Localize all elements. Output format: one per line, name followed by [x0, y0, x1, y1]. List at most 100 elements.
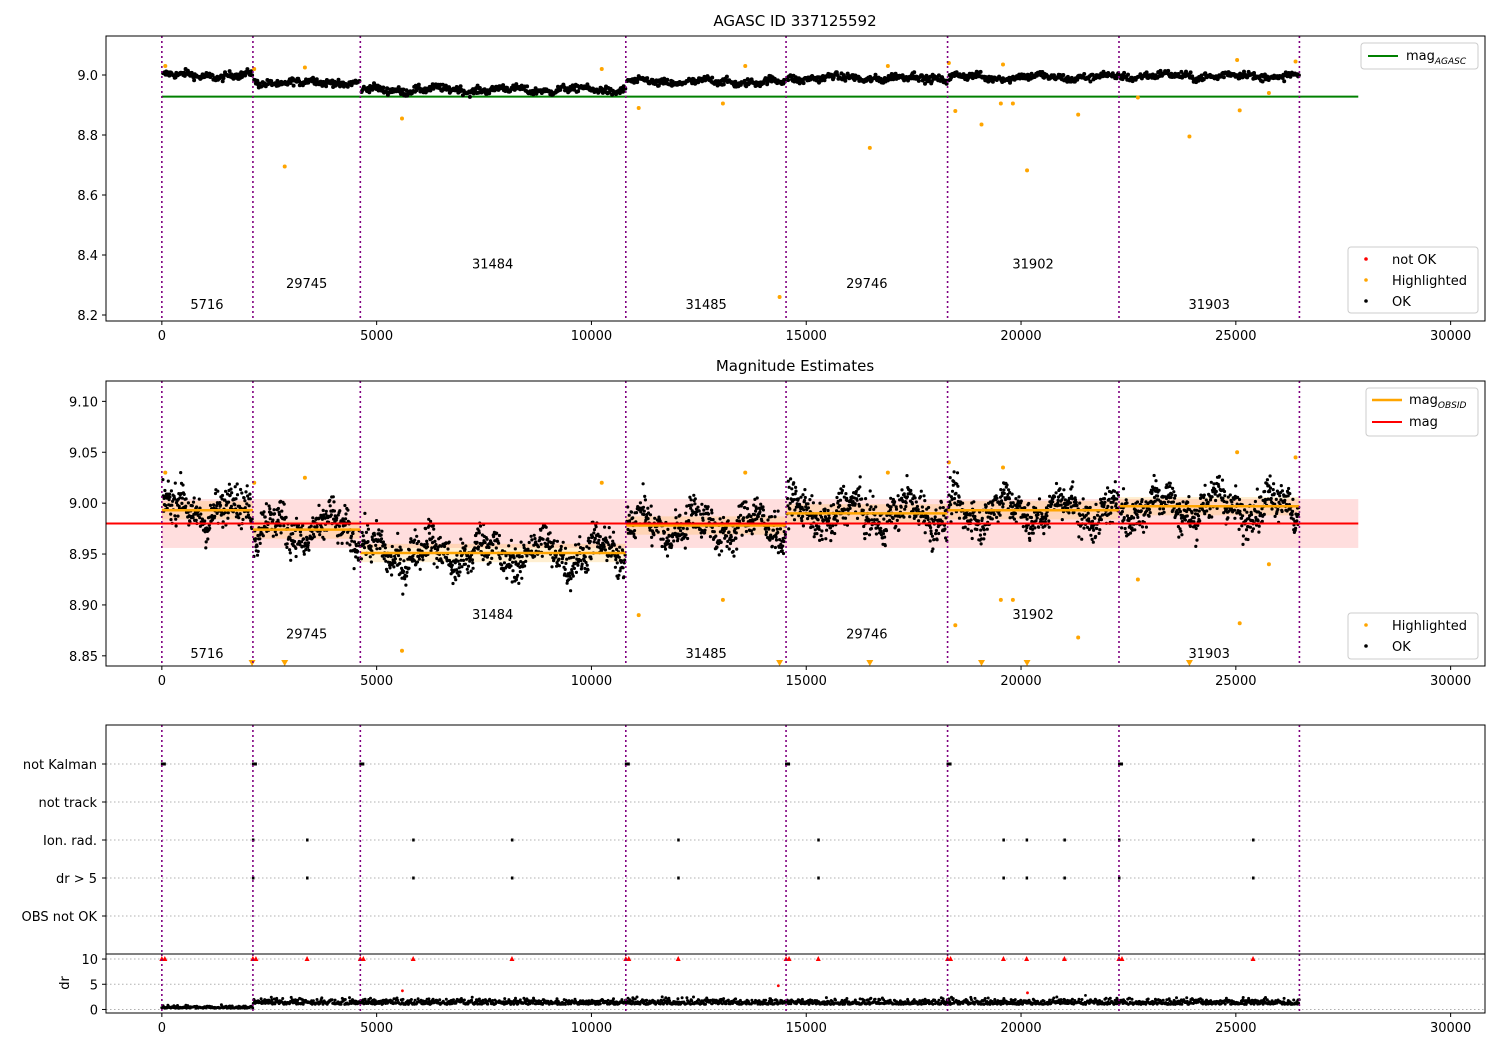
highlighted-point [743, 470, 748, 475]
highlighted-point [885, 64, 890, 68]
highlighted-point [1076, 112, 1081, 117]
magnitude-marks: 5716 29745 31484 31485 29746 31902 31903 [106, 381, 1359, 666]
obsid-label: 31484 [472, 258, 513, 273]
x-tick-label: 0 [158, 674, 166, 689]
x-tick-label: 0 [158, 329, 166, 344]
agasc-point-legend: not OK Highlighted OK [1347, 246, 1479, 314]
flag-mark [1252, 876, 1255, 880]
highlighted-off-scale-marker [776, 660, 784, 666]
flag-mark [1063, 838, 1066, 842]
flag-mark [1002, 838, 1005, 842]
obsid-label: 31903 [1189, 298, 1230, 313]
ok-points [785, 70, 949, 86]
flag-mark [1252, 838, 1255, 842]
highlighted-point [282, 164, 287, 169]
highlighted-off-scale-marker [978, 660, 986, 666]
y-tick-label: 10 [81, 953, 98, 968]
figure: AGASC ID 337125592 5716 29745 31484 31485 29… [22, 12, 1486, 1036]
legend-highlighted-label: Highlighted [1392, 619, 1467, 634]
legend-highlighted-label: Highlighted [1392, 274, 1467, 289]
ok-points [161, 67, 255, 84]
flag-mark [817, 838, 820, 842]
highlighted-point [998, 101, 1003, 106]
dr-axes: 0 5000 10000 15000 20000 25000 30000 0 5 10 [81, 953, 1471, 1036]
dr-capped-marker [1000, 956, 1006, 962]
x-tick-label: 5000 [360, 674, 393, 689]
x-tick-label: 20000 [1000, 1021, 1041, 1036]
ok-points [946, 69, 1121, 85]
x-tick-label: 25000 [1215, 329, 1256, 344]
ok-points [359, 81, 628, 99]
x-tick-label: 30000 [1430, 329, 1471, 344]
y-tick-label: 8.85 [69, 650, 98, 665]
flag-mark [1025, 838, 1029, 842]
obsid-label: 5716 [190, 298, 223, 313]
legend-ok-label: OK [1392, 295, 1411, 310]
flag-mark [677, 838, 680, 842]
highlighted-point [1293, 59, 1298, 64]
dr-panel: 0 5000 10000 15000 20000 25000 30000 0 5 10 dr [58, 953, 1486, 1036]
flag-category-label: dr > 5 [56, 872, 97, 887]
obsid-label: 31902 [1012, 608, 1053, 623]
dr-outlier-point [401, 989, 404, 993]
y-tick-label: 8.4 [77, 249, 98, 264]
obsid-label: 5716 [190, 647, 223, 662]
flag-mark [510, 876, 514, 880]
highlighted-point [1235, 58, 1240, 62]
y-tick-label: 9.0 [77, 69, 98, 84]
highlighted-point [1000, 62, 1005, 67]
y-tick-label: 8.8 [77, 129, 98, 144]
x-tick-label: 10000 [571, 1021, 612, 1036]
highlighted-point [1187, 134, 1192, 139]
highlighted-point [743, 64, 748, 68]
highlighted-point [1266, 91, 1271, 95]
x-tick-label: 10000 [571, 674, 612, 689]
highlighted-point [1025, 168, 1030, 173]
obsid-label: 31485 [685, 298, 726, 313]
highlighted-point [720, 597, 725, 602]
flag-mark [677, 876, 680, 880]
x-tick-label: 30000 [1430, 1021, 1471, 1036]
flag-category-label: not Kalman [23, 758, 97, 773]
x-tick-label: 15000 [786, 1021, 827, 1036]
highlighted-off-scale-marker [248, 660, 256, 666]
x-tick-label: 5000 [360, 329, 393, 344]
agasc-marks: 5716 29745 31484 31485 29746 31902 31903 [161, 36, 1359, 321]
legend-not-ok-label: not OK [1392, 253, 1437, 268]
dr-outlier-point [1084, 993, 1087, 997]
ok-points [625, 73, 787, 89]
x-tick-label: 20000 [1000, 674, 1041, 689]
obsid-label: 29746 [846, 628, 887, 643]
x-tick-label: 0 [158, 1021, 166, 1036]
magnitude-line-legend: magOBSID mag [1365, 387, 1479, 437]
x-tick-label: 5000 [360, 1021, 393, 1036]
dr-marks [106, 953, 1485, 1013]
flag-category-label: not track [38, 796, 97, 811]
x-tick-label: 15000 [786, 329, 827, 344]
highlighted-point [1135, 95, 1140, 100]
flag-mark [412, 838, 415, 842]
highlighted-point [636, 106, 641, 110]
flag-category-label: OBS not OK [22, 910, 98, 925]
flag-mark [510, 838, 514, 842]
obsid-label: 31484 [472, 608, 513, 623]
y-tick-label: 8.6 [77, 189, 98, 204]
obsid-label: 31902 [1012, 258, 1053, 273]
y-tick-label: 9.00 [69, 497, 98, 512]
highlighted-point [302, 65, 307, 70]
flag-mark [817, 876, 820, 880]
highlighted-off-scale-marker [1023, 660, 1031, 666]
highlighted-point [1266, 562, 1271, 567]
flag-mark [306, 838, 309, 842]
flag-mark [1063, 876, 1066, 880]
dr-ok-points [160, 995, 1301, 1010]
highlighted-point [163, 64, 168, 68]
magnitude-point-legend: Highlighted OK [1347, 612, 1479, 660]
highlighted-point [1237, 108, 1242, 113]
dr-outlier-point [776, 984, 780, 988]
agasc-axes: 0 5000 10000 15000 20000 25000 30000 8.2 8.4 8.6 8… [77, 69, 1471, 344]
x-tick-label: 20000 [1000, 329, 1041, 344]
dr-capped-marker [675, 956, 681, 962]
highlighted-point [1010, 101, 1015, 106]
legend-ok-label: OK [1392, 640, 1411, 655]
